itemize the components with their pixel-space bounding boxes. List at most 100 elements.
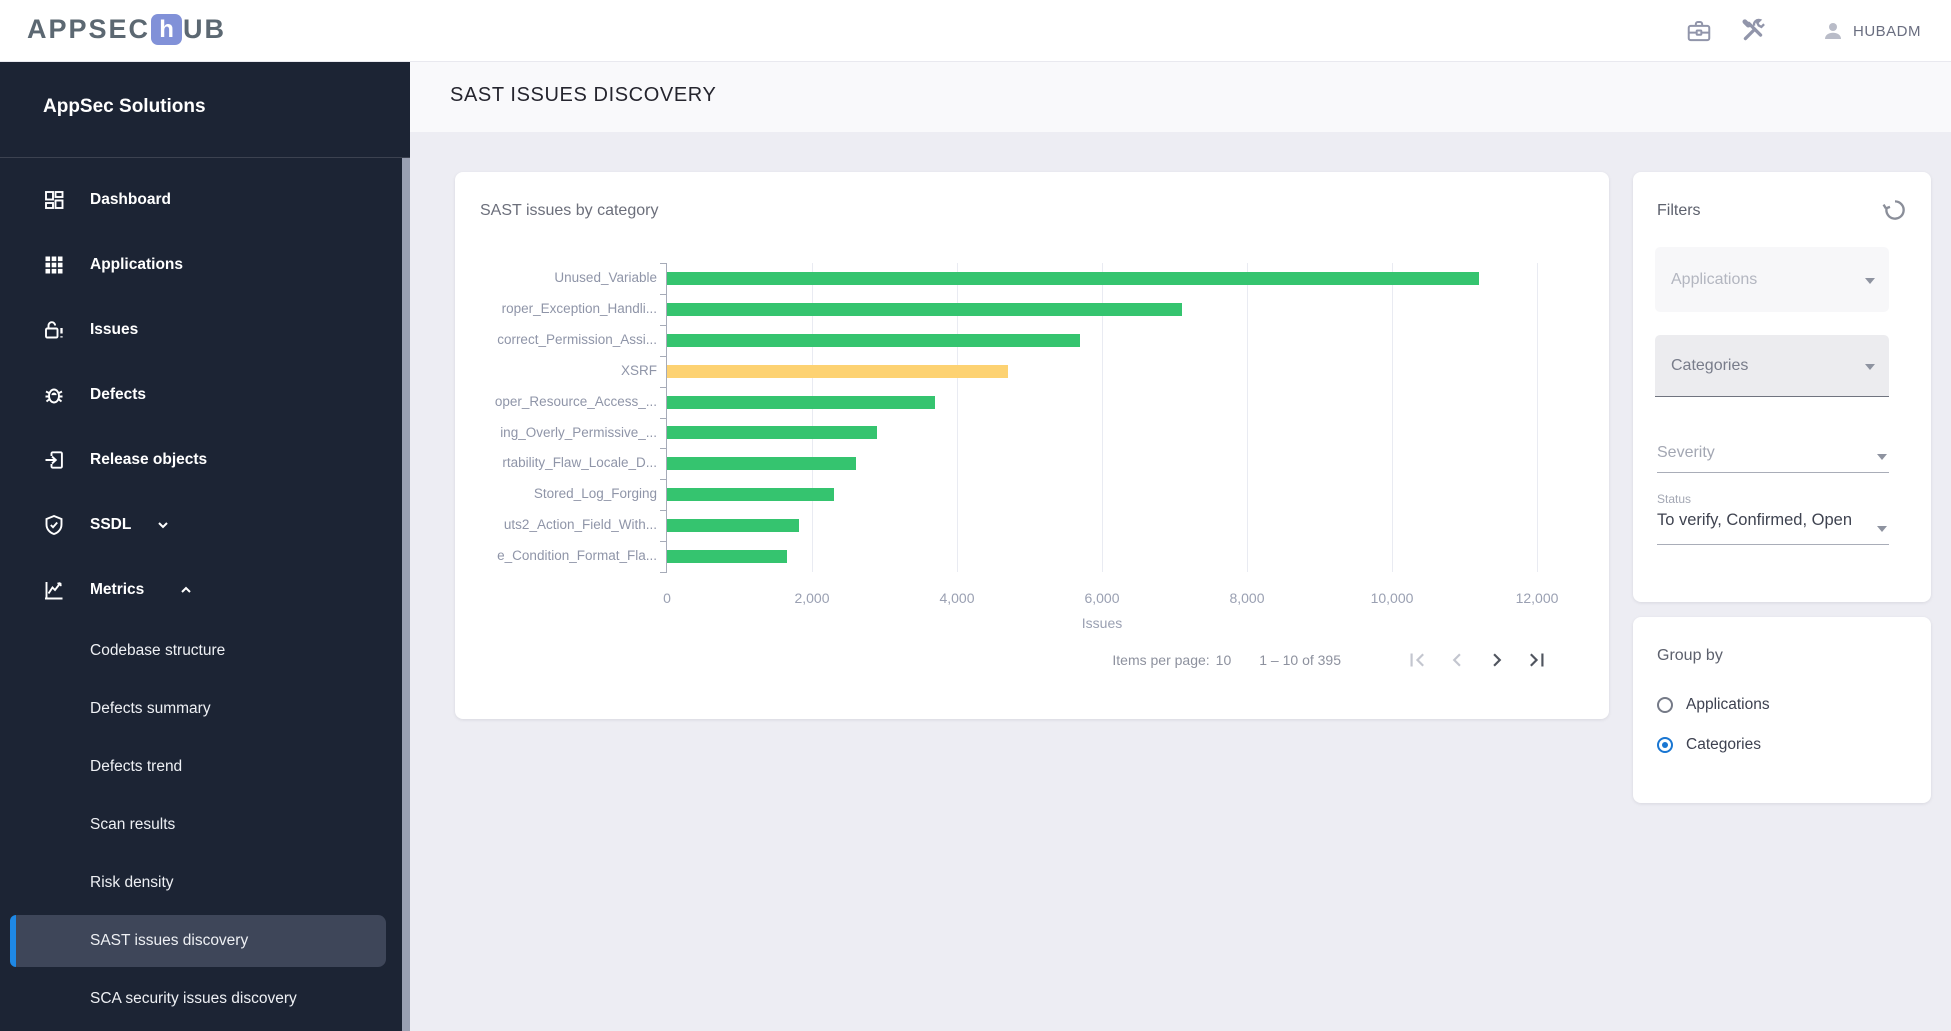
group-by-title: Group by (1657, 647, 1723, 664)
severity-filter-select[interactable]: Severity (1657, 440, 1889, 473)
sidebar-item-dashboard[interactable]: Dashboard (0, 167, 402, 232)
category-label: Unused_Variable (554, 270, 657, 285)
logo-text-left: APPSEC (27, 14, 151, 44)
category-label: oper_Resource_Access_... (494, 393, 657, 409)
sidebar: AppSec Solutions Dashboard Applications (0, 62, 410, 1031)
filters-title: Filters (1657, 202, 1701, 219)
dropdown-arrow-icon (1877, 454, 1887, 460)
x-tick-label: 0 (663, 590, 671, 606)
bar-6[interactable] (667, 457, 856, 471)
axis-tick (660, 448, 667, 450)
sidebar-title: AppSec Solutions (43, 96, 206, 117)
gridline (1247, 263, 1248, 572)
page-title: SAST ISSUES DISCOVERY (450, 84, 717, 106)
gridline (1392, 263, 1393, 572)
x-tick-label: 2,000 (794, 590, 830, 606)
first-page-icon (1410, 653, 1424, 667)
dropdown-arrow-icon (1865, 363, 1875, 370)
main-content: SAST issues by category Unused_Variabler… (410, 132, 1951, 1031)
paginator: Items per page: 10 1 – 10 of 395 (1112, 642, 1557, 678)
categories-filter-select[interactable]: Categories (1655, 335, 1889, 397)
items-per-page-label: Items per page: (1112, 652, 1210, 668)
bar-2[interactable] (667, 333, 1081, 347)
items-per-page[interactable]: Items per page: 10 (1112, 652, 1231, 668)
app-header: APPSEC h UB HUBADM (0, 0, 1951, 62)
dropdown-arrow-icon (1865, 277, 1875, 284)
last-page-button[interactable] (1517, 642, 1557, 678)
chevron-down-icon (158, 521, 168, 528)
group-by-option-categories[interactable]: Categories (1657, 732, 1761, 758)
toolbox-icon[interactable] (1685, 17, 1713, 45)
sidebar-item-codebase-structure[interactable]: Codebase structure (0, 622, 402, 680)
group-by-option-applications[interactable]: Applications (1657, 692, 1770, 718)
previous-page-icon (1452, 653, 1461, 667)
sidebar-item-ssdl[interactable]: SSDL (0, 492, 402, 557)
dropdown-arrow-icon (1877, 526, 1887, 532)
x-tick-label: 8,000 (1229, 590, 1265, 606)
bar-8[interactable] (667, 519, 799, 533)
axis-tick (660, 386, 667, 388)
sidebar-item-defects-summary[interactable]: Defects summary (0, 680, 402, 738)
axis-tick (660, 355, 667, 357)
release-objects-icon (45, 450, 63, 469)
first-page-button[interactable] (1397, 642, 1437, 678)
page-titlebar: SAST ISSUES DISCOVERY (410, 62, 1951, 132)
axis-tick (660, 510, 667, 512)
next-page-button[interactable] (1477, 642, 1517, 678)
category-label: rtability_Flaw_Locale_D... (502, 455, 657, 471)
x-tick-label: 6,000 (1084, 590, 1120, 606)
radio-checked-icon (1657, 737, 1673, 753)
sidebar-item-defects[interactable]: Defects (0, 362, 402, 427)
previous-page-button[interactable] (1437, 642, 1477, 678)
status-filter-label: Status (1657, 492, 1692, 506)
reset-filters-icon[interactable] (1881, 196, 1909, 224)
bar-0[interactable] (667, 271, 1479, 285)
chart-title: SAST issues by category (480, 202, 659, 219)
sidebar-item-issues[interactable]: Issues (0, 297, 402, 362)
sidebar-item-scan-results[interactable]: Scan results (0, 796, 402, 854)
axis-tick (660, 293, 667, 295)
bar-4[interactable] (667, 395, 936, 409)
sidebar-item-release-objects[interactable]: Release objects (0, 427, 402, 492)
sidebar-nav: Dashboard Applications Issues Defects Re… (0, 167, 402, 1028)
axis-tick (660, 324, 667, 326)
ssdl-shield-icon (45, 514, 63, 535)
last-page-icon (1530, 653, 1544, 667)
sidebar-scrollbar[interactable] (402, 158, 410, 1031)
selected-item-accent-bar (10, 915, 16, 967)
status-filter-select[interactable]: Status To verify, Confirmed, Open (1657, 492, 1889, 545)
gridline (1537, 263, 1538, 572)
bar-1[interactable] (667, 302, 1182, 316)
next-page-icon (1493, 653, 1502, 667)
issues-icon (45, 320, 63, 338)
sidebar-item-metrics[interactable]: Metrics (0, 557, 402, 622)
sidebar-item-defects-trend[interactable]: Defects trend (0, 738, 402, 796)
admin-tools-icon[interactable] (1739, 17, 1767, 45)
sidebar-item-sca-security-issues-discovery[interactable]: SCA security issues discovery (0, 970, 402, 1028)
page-range-label: 1 – 10 of 395 (1259, 652, 1341, 668)
axis-tick (660, 541, 667, 543)
sidebar-divider (0, 157, 410, 158)
x-tick-label: 10,000 (1370, 590, 1414, 606)
applications-filter-select[interactable]: Applications (1655, 247, 1889, 312)
logo-h-icon: h (151, 14, 183, 45)
x-tick-label: 12,000 (1515, 590, 1559, 606)
user-menu[interactable]: HUBADM (1821, 19, 1921, 43)
bar-3[interactable] (667, 364, 1008, 378)
category-label: correct_Permission_Assi... (497, 331, 657, 347)
user-icon (1824, 23, 1841, 39)
group-by-panel: Group by Applications Categories (1633, 617, 1931, 803)
sidebar-item-risk-density[interactable]: Risk density (0, 854, 402, 912)
sidebar-item-sast-issues-discovery[interactable]: SAST issues discovery (0, 912, 402, 970)
username: HUBADM (1852, 22, 1921, 40)
bar-9[interactable] (667, 550, 788, 564)
category-label: uts2_Action_Field_With... (503, 517, 657, 533)
status-filter-value: To verify, Confirmed, Open (1657, 511, 1853, 529)
category-label: XSRF (620, 362, 657, 378)
bar-5[interactable] (667, 426, 878, 440)
app-logo[interactable]: APPSEC h UB (27, 14, 226, 45)
bar-7[interactable] (667, 488, 834, 502)
categories-filter-placeholder: Categories (1671, 356, 1749, 374)
axis-tick (660, 572, 667, 573)
sidebar-item-applications[interactable]: Applications (0, 232, 402, 297)
